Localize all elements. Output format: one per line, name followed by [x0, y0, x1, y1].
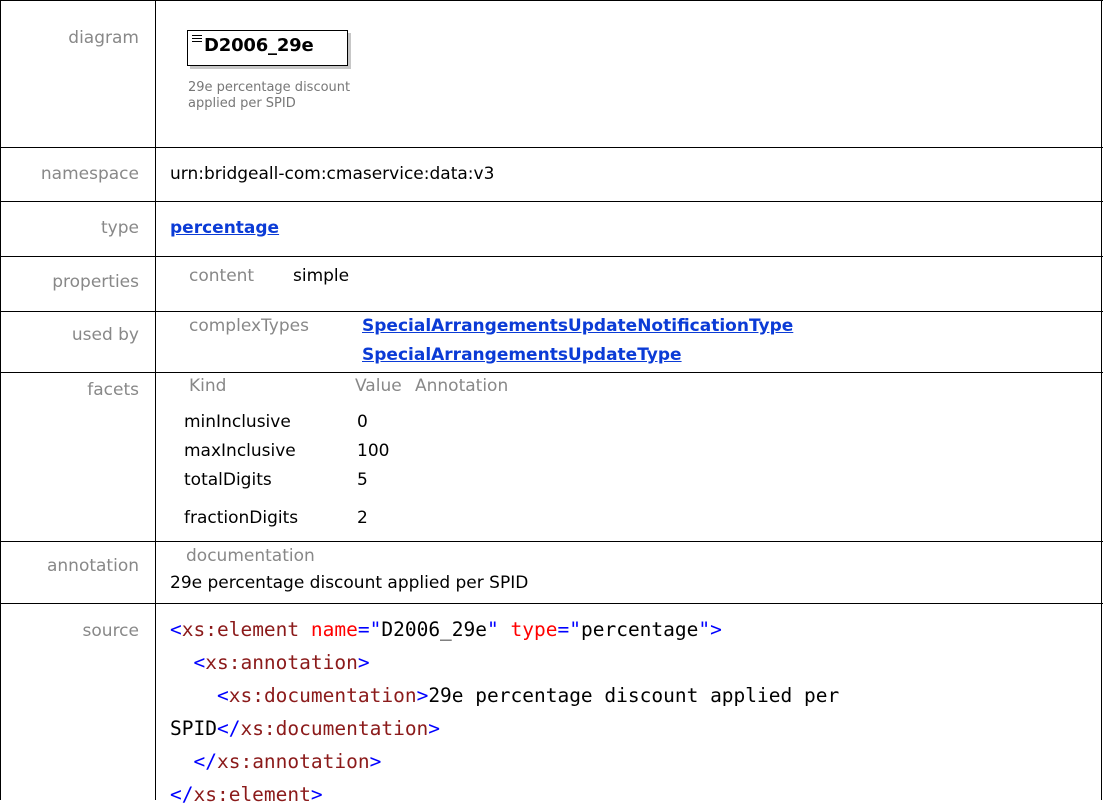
divider	[0, 201, 1103, 202]
schema-doc-table: diagram D2006_29e 29e percentage discoun…	[0, 0, 1103, 806]
code-attr-value: percentage	[580, 618, 699, 641]
lines-icon	[192, 35, 202, 44]
code-punct: >	[357, 651, 370, 674]
facet-kind: fractionDigits	[184, 508, 299, 528]
divider	[0, 311, 1103, 312]
code-punct: ="	[557, 618, 581, 641]
source-line: <xs:element name="D2006_29e" type="perce…	[170, 613, 839, 646]
code-tag: xs:element	[181, 618, 300, 641]
divider	[1101, 0, 1102, 800]
divider	[155, 0, 156, 800]
property-value: simple	[293, 266, 350, 286]
code-punct: >	[416, 684, 429, 707]
facet-header-annotation: Annotation	[415, 376, 509, 396]
code-punct: <	[170, 618, 182, 641]
source-line: SPID</xs:documentation>	[170, 712, 839, 745]
facet-value: 2	[357, 508, 368, 528]
row-label-used-by: used by	[71, 325, 139, 345]
code-attr: type	[510, 618, 558, 641]
row-label-namespace: namespace	[40, 164, 139, 184]
code-punct: </	[216, 717, 241, 740]
code-punct: ="	[357, 618, 382, 641]
source-line: <xs:annotation>	[170, 646, 839, 679]
diagram-doc-line: applied per SPID	[188, 96, 296, 111]
divider	[0, 603, 1103, 604]
divider	[0, 256, 1103, 257]
divider	[0, 147, 1103, 148]
code-tag: xs:documentation	[228, 684, 417, 707]
facet-header-kind: Kind	[189, 376, 227, 396]
facet-value: 100	[357, 441, 390, 461]
property-key: content	[189, 266, 255, 286]
type-link[interactable]: percentage	[170, 218, 279, 238]
facet-value: 0	[357, 412, 368, 432]
code-text: 29e percentage discount applied per	[428, 684, 840, 707]
divider	[0, 372, 1103, 373]
used-by-link[interactable]: SpecialArrangementsUpdateNotificationTyp…	[362, 316, 793, 336]
annotation-kind: documentation	[186, 546, 315, 566]
code-punct: >	[428, 717, 441, 740]
row-label-properties: properties	[52, 272, 139, 292]
divider	[0, 541, 1103, 542]
code-punct: ">	[698, 618, 722, 641]
facet-kind: totalDigits	[184, 470, 272, 490]
source-code: <xs:element name="D2006_29e" type="perce…	[170, 613, 839, 811]
row-label-type: type	[101, 218, 139, 238]
annotation-text: 29e percentage discount applied per SPID	[170, 573, 529, 593]
divider	[0, 0, 1103, 1]
row-label-source: source	[82, 621, 139, 641]
used-by-kind: complexTypes	[189, 316, 309, 336]
code-tag: xs:annotation	[205, 651, 358, 674]
code-punct: "	[487, 618, 499, 641]
code-attr: name	[310, 618, 358, 641]
row-label-diagram: diagram	[68, 28, 139, 48]
facet-kind: maxInclusive	[184, 441, 296, 461]
used-by-link[interactable]: SpecialArrangementsUpdateType	[362, 345, 682, 365]
source-line: </xs:annotation>	[170, 745, 839, 778]
code-punct: <	[193, 651, 206, 674]
diagram-documentation: 29e percentage discount applied per SPID	[188, 80, 388, 112]
code-punct: </	[170, 783, 194, 806]
diagram-element-name: D2006_29e	[204, 35, 314, 56]
code-attr-value: D2006_29e	[381, 618, 488, 641]
divider	[0, 0, 1, 800]
diagram-doc-line: 29e percentage discount	[188, 80, 351, 95]
source-line: </xs:element>	[170, 778, 839, 811]
code-tag: xs:element	[193, 783, 311, 806]
element-diagram-box[interactable]: D2006_29e	[187, 30, 348, 66]
code-punct: </	[193, 750, 217, 773]
row-label-annotation: annotation	[46, 556, 139, 576]
code-tag: xs:documentation	[240, 717, 429, 740]
row-label-facets: facets	[87, 380, 139, 400]
code-punct: >	[310, 783, 323, 806]
facet-value: 5	[357, 470, 368, 490]
code-punct: <	[216, 684, 229, 707]
facet-header-value: Value	[355, 376, 402, 396]
code-punct: >	[369, 750, 382, 773]
code-tag: xs:annotation	[216, 750, 370, 773]
source-line: <xs:documentation>29e percentage discoun…	[170, 679, 839, 712]
namespace-value: urn:bridgeall-com:cmaservice:data:v3	[170, 164, 495, 184]
facet-kind: minInclusive	[184, 412, 291, 432]
code-text: SPID	[170, 717, 217, 740]
